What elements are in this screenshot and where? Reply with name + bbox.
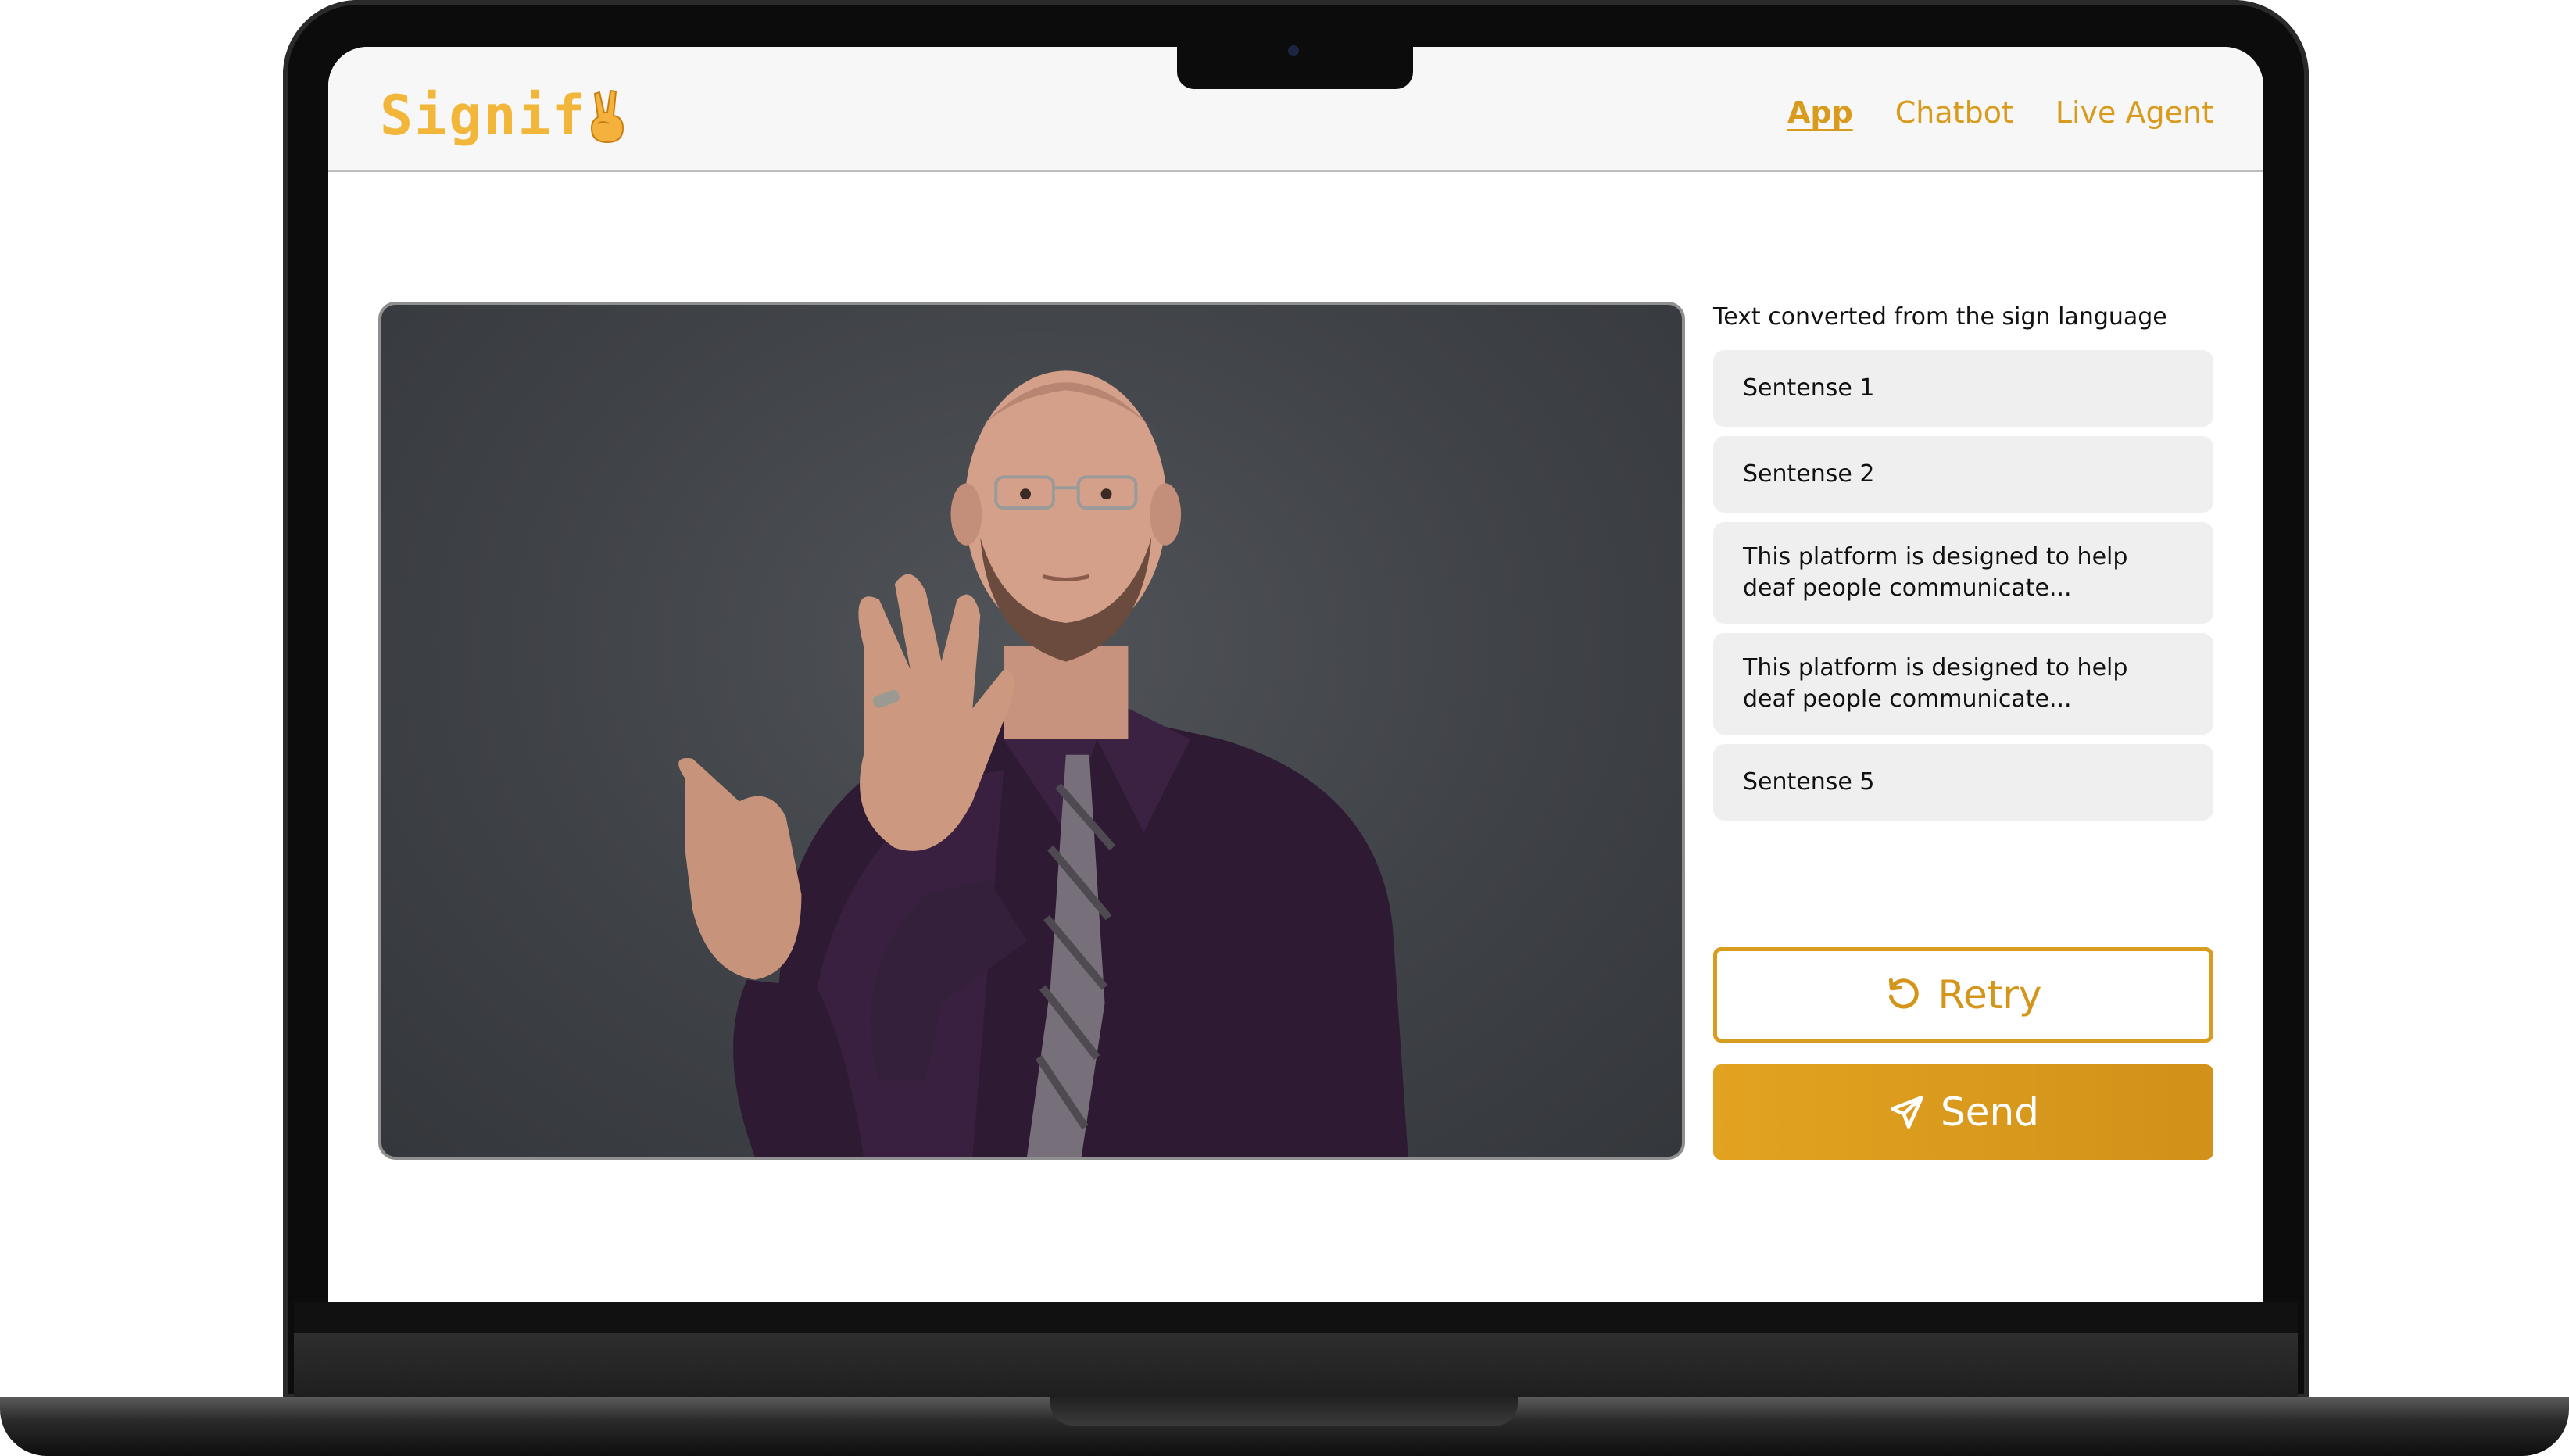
- camera-notch: [1177, 44, 1413, 89]
- retry-button[interactable]: Retry: [1713, 947, 2213, 1043]
- send-label: Send: [1941, 1089, 2039, 1135]
- send-button[interactable]: Send: [1713, 1064, 2213, 1160]
- sentence-item[interactable]: This platform is designed to help deaf p…: [1713, 522, 2213, 624]
- laptop-hinge: [294, 1333, 2298, 1399]
- retry-label: Retry: [1937, 972, 2042, 1018]
- sentence-item[interactable]: Sentense 1: [1713, 350, 2213, 427]
- panel-caption: Text converted from the sign language: [1713, 303, 2167, 331]
- nav-live-agent-link[interactable]: Live Agent: [2056, 95, 2213, 130]
- sentence-panel: Text converted from the sign language Se…: [1713, 302, 2213, 821]
- sentence-item[interactable]: Sentense 5: [1713, 744, 2213, 821]
- sentence-item[interactable]: Sentense 2: [1713, 436, 2213, 513]
- nav-chatbot-link[interactable]: Chatbot: [1895, 95, 2013, 130]
- victory-hand-icon: [590, 89, 624, 144]
- logo-text: Signif: [380, 84, 587, 148]
- sentence-item[interactable]: This platform is designed to help deaf p…: [1713, 633, 2213, 735]
- logo[interactable]: Signif: [380, 77, 629, 155]
- send-icon: [1890, 1095, 1924, 1129]
- laptop-base-notch: [1050, 1397, 1518, 1426]
- sign-video-player[interactable]: [378, 302, 1685, 1160]
- camera-icon: [1288, 45, 1299, 56]
- interpreter-video-frame: [678, 370, 1408, 1157]
- main-nav: App Chatbot Live Agent: [1787, 95, 2213, 130]
- retry-icon: [1889, 978, 1920, 1009]
- app-screen: Signif App Chatbot Live Agent Text conve…: [328, 47, 2263, 1302]
- screen-bezel: [294, 1302, 2298, 1333]
- nav-app-link[interactable]: App: [1787, 95, 1853, 130]
